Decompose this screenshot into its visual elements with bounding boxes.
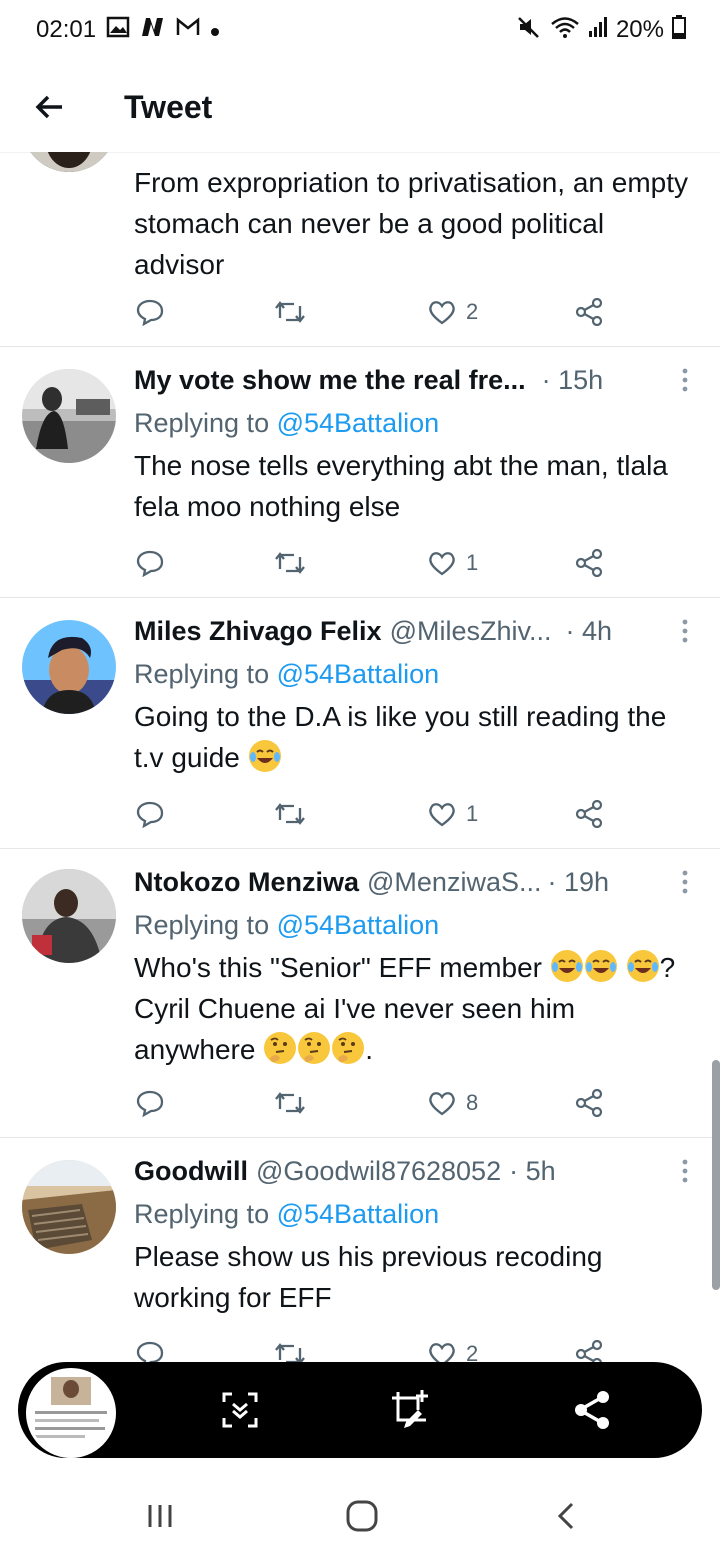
gallery-icon xyxy=(106,16,130,45)
battery-icon xyxy=(672,14,686,46)
author-handle[interactable]: @MilesZhiv... xyxy=(390,616,552,647)
tweet-actions: 1 xyxy=(134,798,604,830)
mention-link[interactable]: @54Battalion xyxy=(277,408,440,438)
avatar[interactable] xyxy=(22,1160,116,1254)
retweet-icon[interactable] xyxy=(274,798,306,830)
like-button[interactable]: 8 xyxy=(428,1087,478,1119)
tweet-actions: 8 xyxy=(134,1087,604,1119)
thinking-face-emoji-icon xyxy=(298,1032,331,1064)
share-icon[interactable] xyxy=(574,547,604,579)
like-button[interactable]: 1 xyxy=(428,798,478,830)
crop-edit-icon[interactable] xyxy=(386,1386,434,1434)
mention-link[interactable]: @54Battalion xyxy=(277,659,440,689)
avatar[interactable] xyxy=(22,152,116,172)
retweet-icon[interactable] xyxy=(274,547,306,579)
heart-icon xyxy=(429,301,455,325)
reply-icon[interactable] xyxy=(136,547,164,579)
retweet-icon[interactable] xyxy=(274,296,306,328)
author-name[interactable]: Goodwill xyxy=(134,1156,248,1187)
tweet-header: Miles Zhivago Felix @MilesZhiv... · 4h xyxy=(134,612,690,650)
author-name[interactable]: Ntokozo Menziwa xyxy=(134,867,359,898)
author-name[interactable]: Miles Zhivago Felix xyxy=(134,616,382,647)
avatar[interactable] xyxy=(22,369,116,463)
tweet-header: Goodwill @Goodwil87628052 · 5h xyxy=(134,1152,690,1190)
like-button[interactable]: 2 xyxy=(428,296,478,328)
tears-of-joy-emoji-icon xyxy=(584,950,617,982)
status-bar: 02:01 20% xyxy=(0,0,720,60)
tweet[interactable]: From expropriation to privatisation, an … xyxy=(0,152,720,347)
screenshot-thumbnail[interactable] xyxy=(26,1368,116,1458)
tweet-text: From expropriation to privatisation, an … xyxy=(134,167,689,280)
avatar[interactable] xyxy=(22,620,116,714)
reply-icon[interactable] xyxy=(136,798,164,830)
share-icon[interactable] xyxy=(574,296,604,328)
tweet[interactable]: Ntokozo Menziwa @MenziwaS... · 19h Reply… xyxy=(0,849,720,1138)
replying-to: Replying to @54Battalion xyxy=(134,408,440,438)
recents-icon[interactable] xyxy=(140,1496,180,1536)
tweet[interactable]: Goodwill @Goodwil87628052 · 5h Replying … xyxy=(0,1138,720,1388)
mention-link[interactable]: @54Battalion xyxy=(277,1199,440,1229)
wifi-icon xyxy=(550,15,580,46)
avatar[interactable] xyxy=(22,869,116,963)
mention-link[interactable]: @54Battalion xyxy=(277,910,440,940)
more-options-icon[interactable] xyxy=(680,618,690,644)
tweet[interactable]: My vote show me the real fre... · 15h Re… xyxy=(0,347,720,598)
battery-percent: 20% xyxy=(615,16,664,43)
tears-of-joy-emoji-icon xyxy=(626,950,659,982)
tweet-header: My vote show me the real fre... · 15h xyxy=(134,361,690,399)
more-options-icon[interactable] xyxy=(680,869,690,895)
gmail-icon xyxy=(176,16,200,44)
tweet-text: Please show us his previous recoding wor… xyxy=(134,1241,603,1313)
screenshot-toolbar xyxy=(18,1362,702,1458)
author-name[interactable]: My vote show me the real fre... xyxy=(134,365,526,396)
thinking-face-emoji-icon xyxy=(264,1032,297,1064)
page-title: Tweet xyxy=(124,88,213,125)
tweet-actions: 1 xyxy=(134,547,604,579)
tweet-text: Going to the D.A is like you still readi… xyxy=(134,701,667,773)
tweet[interactable]: Miles Zhivago Felix @MilesZhiv... · 4h R… xyxy=(0,598,720,849)
system-nav-bar xyxy=(0,1466,720,1560)
mute-icon xyxy=(516,15,542,46)
tweet-time: · 15h xyxy=(541,364,604,395)
author-handle[interactable]: @Goodwil87628052 xyxy=(256,1156,501,1187)
tweet-text: The nose tells everything abt the man, t… xyxy=(134,450,668,522)
reply-icon[interactable] xyxy=(136,296,164,328)
like-count: 1 xyxy=(466,550,479,575)
share-icon[interactable] xyxy=(574,1087,604,1119)
replying-to: Replying to @54Battalion xyxy=(134,659,440,689)
back-arrow-icon[interactable] xyxy=(30,87,70,127)
tweet-time: · 19h xyxy=(547,866,610,897)
more-options-icon[interactable] xyxy=(680,367,690,393)
thinking-face-emoji-icon xyxy=(332,1032,365,1064)
n-logo-icon xyxy=(140,16,166,45)
like-count: 2 xyxy=(466,299,479,324)
tweet-actions: 2 xyxy=(134,296,604,328)
replying-to: Replying to @54Battalion xyxy=(134,1199,440,1229)
tweet-header: Ntokozo Menziwa @MenziwaS... · 19h xyxy=(134,863,690,901)
back-icon[interactable] xyxy=(546,1496,586,1536)
share-icon[interactable] xyxy=(568,1386,616,1434)
signal-icon xyxy=(588,16,608,45)
status-time: 02:01 xyxy=(36,16,97,43)
reply-feed: From expropriation to privatisation, an … xyxy=(0,152,720,1388)
more-options-icon[interactable] xyxy=(680,1158,690,1184)
dot-icon xyxy=(210,16,220,44)
scrollbar[interactable] xyxy=(712,1060,720,1290)
retweet-icon[interactable] xyxy=(274,1087,306,1119)
reply-icon[interactable] xyxy=(136,1087,164,1119)
replying-to: Replying to @54Battalion xyxy=(134,910,440,940)
tweet-time: · 5h xyxy=(509,1155,556,1186)
tweet-time: · 4h xyxy=(565,615,613,646)
author-handle[interactable]: @MenziwaS... xyxy=(367,867,541,898)
tweet-text: Who's this "Senior" EFF member ? Cyril C… xyxy=(134,950,676,1065)
like-count: 8 xyxy=(466,1090,479,1115)
like-button[interactable]: 1 xyxy=(428,547,478,579)
like-count: 1 xyxy=(466,801,479,826)
scroll-capture-icon[interactable] xyxy=(216,1386,264,1434)
share-icon[interactable] xyxy=(574,798,604,830)
app-bar: Tweet xyxy=(0,62,720,153)
tears-of-joy-emoji-icon xyxy=(248,740,281,772)
tears-of-joy-emoji-icon xyxy=(550,950,583,982)
home-icon[interactable] xyxy=(342,1496,382,1536)
